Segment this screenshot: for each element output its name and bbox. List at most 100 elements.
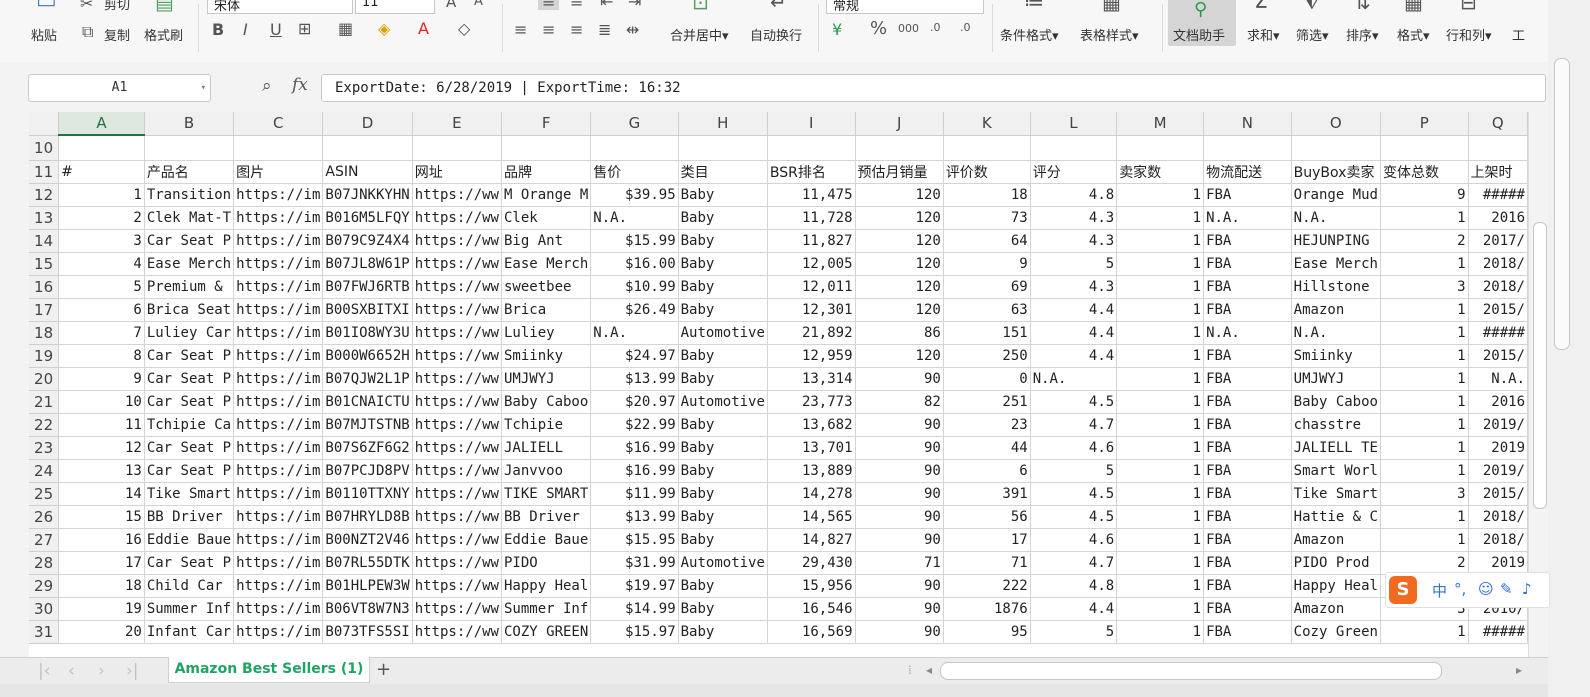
first-sheet-icon[interactable]: |‹ — [38, 661, 51, 681]
cell[interactable]: B01CNAICTU — [322, 390, 413, 414]
cell[interactable]: 13,701 — [767, 436, 856, 460]
cell[interactable]: 2019 — [1468, 551, 1528, 575]
cell[interactable]: 120 — [855, 183, 944, 207]
cell[interactable]: FBA — [1203, 482, 1292, 506]
cell[interactable]: B0110TTXNY — [322, 482, 413, 506]
cell[interactable] — [590, 135, 679, 161]
scroll-left-icon[interactable]: ◂ — [926, 663, 932, 677]
cell[interactable]: https://ww — [412, 597, 503, 621]
cell[interactable]: 1 — [1116, 459, 1205, 483]
indent-increase-icon[interactable]: ⇥ — [628, 0, 641, 10]
cell[interactable]: Car Seat P — [144, 344, 235, 368]
cell[interactable]: 3 — [58, 229, 145, 253]
cell[interactable]: 1 — [1116, 229, 1205, 253]
cell[interactable]: Eddie Baue — [144, 528, 235, 552]
align-right-icon[interactable]: ≡ — [570, 22, 583, 38]
cell[interactable]: 6 — [943, 459, 1031, 483]
row-header[interactable]: 29 — [29, 574, 60, 598]
cell[interactable]: 4.7 — [1030, 551, 1118, 575]
cell[interactable]: 2019 — [1468, 436, 1528, 460]
cell[interactable]: Infant Car — [144, 620, 235, 644]
cell[interactable]: 11,827 — [767, 229, 856, 253]
cell[interactable]: Luliey — [501, 321, 592, 345]
cell[interactable]: 1 — [1380, 344, 1469, 368]
cell[interactable]: 2018/ — [1468, 252, 1528, 276]
column-header-n[interactable]: N — [1203, 112, 1292, 136]
cell[interactable]: https://ww — [412, 620, 503, 644]
cell[interactable]: 1 — [1380, 459, 1469, 483]
cell[interactable]: 120 — [855, 229, 944, 253]
cell[interactable]: 1 — [1116, 413, 1205, 437]
cell[interactable]: 13,314 — [767, 367, 856, 391]
cell[interactable]: Baby — [678, 597, 768, 621]
conditional-format-icon[interactable]: ≔ — [1024, 0, 1044, 12]
cell[interactable]: $15.99 — [590, 229, 679, 253]
cell[interactable]: 4.3 — [1030, 229, 1118, 253]
filter-button[interactable]: 筛选▾ — [1296, 25, 1329, 44]
row-col-icon[interactable]: ⊟ — [1460, 0, 1477, 12]
cell[interactable]: 9 — [1380, 183, 1469, 207]
decrease-decimal-icon[interactable]: .0 — [960, 20, 971, 36]
cell[interactable]: FBA — [1203, 574, 1292, 598]
column-title-cell[interactable]: 物流配送 — [1203, 160, 1292, 184]
row-header[interactable]: 10 — [29, 135, 60, 161]
cell[interactable]: 1 — [1116, 551, 1205, 575]
column-header-q[interactable]: Q — [1468, 112, 1528, 136]
cell[interactable] — [943, 135, 1031, 161]
cell[interactable]: B079C9Z4X4 — [322, 229, 413, 253]
cell[interactable]: B01HLPEW3W — [322, 574, 413, 598]
emoji-icon[interactable]: ☺ — [1478, 580, 1494, 598]
cell[interactable]: 21,892 — [767, 321, 856, 345]
cell[interactable]: 1 — [1380, 367, 1469, 391]
cell[interactable]: 1 — [1380, 390, 1469, 414]
cell[interactable]: Baby — [678, 528, 768, 552]
cell[interactable]: 4.4 — [1030, 597, 1118, 621]
cell[interactable]: Car Seat P — [144, 229, 235, 253]
cell[interactable]: Baby — [678, 183, 768, 207]
cell[interactable]: https://ww — [412, 206, 503, 230]
cell[interactable]: 1 — [58, 183, 145, 207]
cell[interactable]: B07PCJD8PV — [322, 459, 413, 483]
cell[interactable]: BB Driver — [501, 505, 592, 529]
cell[interactable]: 2019/ — [1468, 413, 1528, 437]
cut-button[interactable]: 剪切 — [104, 0, 130, 13]
align-center-icon[interactable]: ≡ — [542, 22, 555, 38]
cell[interactable]: N.A. — [1291, 206, 1381, 230]
cell[interactable]: 2015/ — [1468, 298, 1528, 322]
merge-center-icon[interactable]: ⊡ — [692, 0, 709, 12]
cell[interactable]: https://im — [233, 390, 324, 414]
cell[interactable]: N.A. — [1030, 367, 1118, 391]
cell[interactable]: $11.99 — [590, 482, 679, 506]
column-header-k[interactable]: K — [943, 112, 1031, 136]
cell[interactable]: 120 — [855, 344, 944, 368]
cell[interactable] — [322, 135, 413, 161]
cell[interactable]: 14 — [58, 482, 145, 506]
cell[interactable]: FBA — [1203, 459, 1292, 483]
cell[interactable]: Baby — [678, 206, 768, 230]
row-header[interactable]: 30 — [29, 597, 60, 621]
row-header[interactable]: 17 — [29, 298, 60, 322]
cell[interactable]: $20.97 — [590, 390, 679, 414]
cell[interactable]: Car Seat P — [144, 551, 235, 575]
cell[interactable]: 1 — [1116, 505, 1205, 529]
cell[interactable]: 18 — [943, 183, 1031, 207]
cell[interactable]: 11 — [58, 413, 145, 437]
wrap-text-icon[interactable]: ↵ — [770, 0, 787, 12]
cell[interactable]: 1 — [1380, 413, 1469, 437]
cell[interactable]: 90 — [855, 597, 944, 621]
cell[interactable]: 13,682 — [767, 413, 856, 437]
cell[interactable]: 391 — [943, 482, 1031, 506]
cell[interactable]: Hillstone — [1291, 275, 1381, 299]
cell[interactable]: https://ww — [412, 321, 503, 345]
row-header[interactable]: 31 — [29, 620, 60, 644]
cell[interactable]: 13 — [58, 459, 145, 483]
row-header[interactable]: 20 — [29, 367, 60, 391]
row-header[interactable]: 24 — [29, 459, 60, 483]
chevron-down-icon[interactable]: ▾ — [201, 75, 206, 101]
cell[interactable]: 13,889 — [767, 459, 856, 483]
cell[interactable]: $26.49 — [590, 298, 679, 322]
cell[interactable] — [1380, 135, 1469, 161]
cell[interactable]: https://ww — [412, 459, 503, 483]
cell[interactable]: 2019/ — [1468, 459, 1528, 483]
cell[interactable] — [1030, 135, 1118, 161]
